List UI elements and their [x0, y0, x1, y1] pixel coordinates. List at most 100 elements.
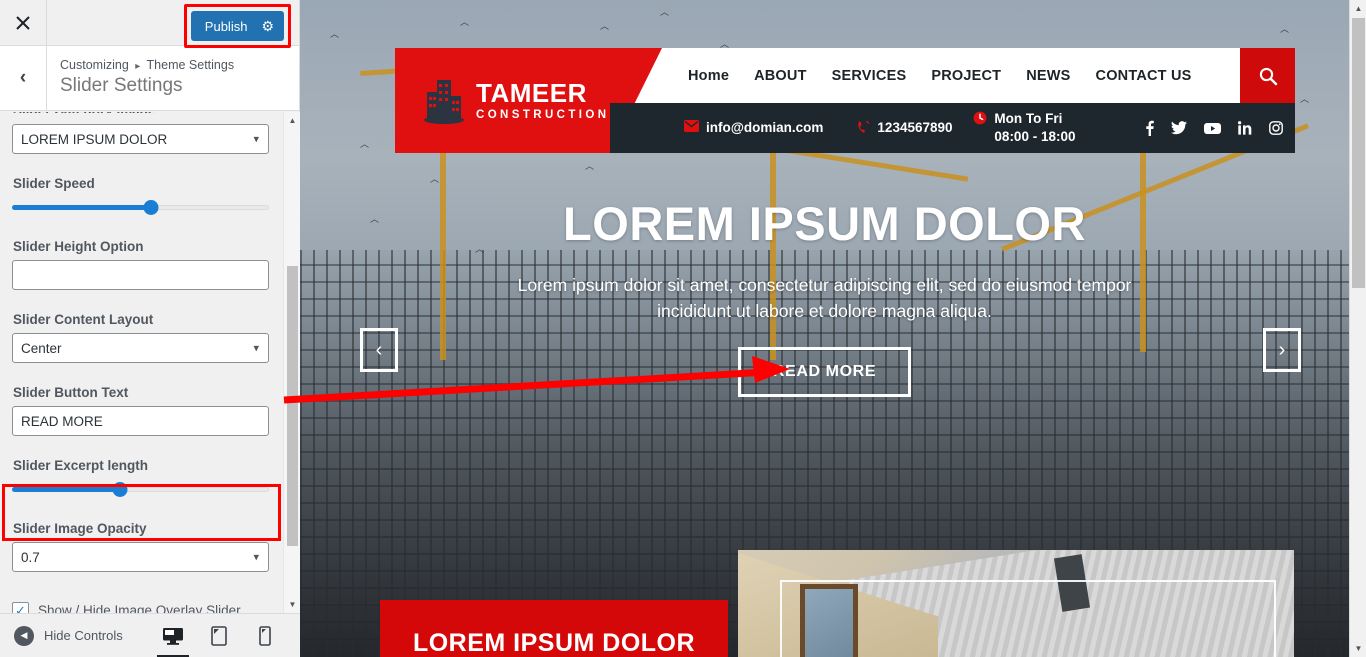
- slider-layout-label: Slider Content Layout: [13, 312, 154, 327]
- slider-speed-label: Slider Speed: [13, 176, 95, 191]
- nav-item-project[interactable]: PROJECT: [931, 68, 1001, 84]
- sidebar-scrollbar-thumb[interactable]: [287, 266, 298, 546]
- range-fill: [12, 486, 120, 492]
- youtube-icon[interactable]: [1204, 122, 1221, 135]
- control-slider-speed: Slider Speed: [12, 176, 288, 217]
- nav-item-about[interactable]: ABOUT: [754, 68, 807, 84]
- scroll-up-arrow-icon[interactable]: ▲: [284, 112, 300, 129]
- slider-button-text-label: Slider Button Text: [13, 385, 129, 400]
- control-slider-content-layout: Slider Content Layout Center ▾: [12, 312, 288, 363]
- chevron-left-icon: ‹: [375, 338, 383, 361]
- slider-layout-value: Center: [21, 340, 62, 356]
- breadcrumb-parent[interactable]: Theme Settings: [147, 58, 235, 72]
- nav-item-news[interactable]: NEWS: [1026, 68, 1070, 84]
- control-slider-excerpt-length: Slider Excerpt length: [12, 458, 288, 499]
- scroll-down-arrow-icon[interactable]: ▼: [284, 596, 300, 613]
- collapse-icon: ◀: [14, 625, 34, 646]
- building-icon: [424, 79, 464, 124]
- range-thumb[interactable]: [143, 199, 159, 215]
- check-icon: ✓: [15, 603, 26, 613]
- featured-photo-card: [738, 550, 1294, 657]
- range-fill: [12, 204, 151, 210]
- nav-item-home[interactable]: Home: [688, 68, 729, 84]
- twitter-icon[interactable]: [1171, 121, 1187, 135]
- desktop-icon: [163, 627, 183, 645]
- clock-icon: [974, 111, 987, 125]
- contact-info-bar: info@domian.com 1234567890 Mon To Fri 08…: [610, 103, 1295, 153]
- hide-controls-button[interactable]: ◀ Hide Controls: [0, 625, 123, 646]
- slider-opacity-value: 0.7: [21, 549, 40, 565]
- envelope-icon: [684, 119, 699, 132]
- control-slider-button-text: Slider Button Text READ MORE: [12, 385, 288, 436]
- slider-height-input[interactable]: [12, 260, 269, 290]
- contact-hours-text: Mon To Fri 08:00 - 18:00: [994, 110, 1076, 144]
- back-button[interactable]: ‹: [0, 46, 47, 110]
- tablet-icon: [211, 625, 227, 646]
- slider-next-button[interactable]: ›: [1263, 328, 1301, 372]
- checkbox-box[interactable]: ✓: [12, 602, 29, 613]
- slider-layout-select[interactable]: Center ▾: [12, 333, 269, 363]
- desktop-preview-button[interactable]: [157, 624, 189, 657]
- slider-read-more-button[interactable]: READ MORE: [737, 346, 912, 397]
- mobile-icon: [259, 625, 271, 646]
- nav-item-contact-us[interactable]: CONTACT US: [1096, 68, 1192, 84]
- page-scrollbar-thumb[interactable]: [1352, 18, 1365, 288]
- contact-email[interactable]: info@domian.com: [684, 119, 823, 137]
- close-icon: [16, 15, 30, 30]
- slider-opacity-label: Slider Image Opacity: [13, 521, 147, 536]
- logo-name: TAMEER: [476, 77, 587, 108]
- breadcrumb: Customizing ▸ Theme Settings: [60, 57, 234, 73]
- slider-category-select[interactable]: LOREM IPSUM DOLOR ▾: [12, 124, 269, 154]
- slider-opacity-select[interactable]: 0.7 ▾: [12, 542, 269, 572]
- close-customizer-button[interactable]: [0, 0, 47, 45]
- customizer-panel-header: ‹ Customizing ▸ Theme Settings Slider Se…: [0, 46, 299, 111]
- slider-excerpt-label: Slider Excerpt length: [13, 458, 149, 473]
- control-slider-height: Slider Height Option: [12, 239, 288, 290]
- search-icon: [1259, 67, 1277, 85]
- slider-excerpt-range[interactable]: [12, 479, 269, 499]
- image-overlay-checkbox-label: Show / Hide Image Overlay Slider: [38, 603, 241, 613]
- tablet-preview-button[interactable]: [208, 624, 230, 648]
- publish-button-label: Publish: [204, 18, 248, 34]
- contact-email-text: info@domian.com: [706, 119, 824, 135]
- scroll-up-arrow-icon[interactable]: ▲: [1350, 0, 1366, 17]
- site-preview-frame: ︿ ︿ ︿ ︿ ︿ ︿ ︿ ︿ ︿ ︿ ︿ ︿ ︿ ︿ ︿: [300, 0, 1349, 657]
- slider-prev-button[interactable]: ‹: [360, 328, 398, 372]
- control-image-overlay-checkbox[interactable]: ✓ Show / Hide Image Overlay Slider: [12, 602, 288, 613]
- page-scrollbar[interactable]: ▲ ▼: [1349, 0, 1366, 657]
- scroll-down-arrow-icon[interactable]: ▼: [1350, 640, 1366, 657]
- promo-band-title: LOREM IPSUM DOLOR: [412, 629, 696, 657]
- nav-links: Home ABOUT SERVICES PROJECT NEWS CONTACT…: [688, 68, 1192, 84]
- slider-speed-range[interactable]: [12, 197, 269, 217]
- device-preview-switcher: [157, 624, 300, 657]
- chevron-right-icon: ›: [1278, 338, 1286, 361]
- customizer-sidebar: Publish ⚙ ‹ Customizing ▸ Theme Settings…: [0, 0, 300, 657]
- promo-band: LOREM IPSUM DOLOR: [380, 600, 728, 657]
- breadcrumb-root[interactable]: Customizing: [60, 58, 129, 72]
- search-button[interactable]: [1240, 48, 1295, 103]
- linkedin-icon[interactable]: [1238, 121, 1252, 135]
- chevron-left-icon: ‹: [19, 67, 27, 88]
- slider-button-text-input[interactable]: READ MORE: [12, 406, 269, 436]
- customizer-topbar: Publish ⚙: [0, 0, 299, 48]
- photo-inner-border: [780, 580, 1276, 657]
- gear-icon[interactable]: ⚙: [261, 19, 274, 33]
- facebook-icon[interactable]: [1145, 120, 1154, 136]
- slider-category-value: LOREM IPSUM DOLOR: [21, 131, 168, 147]
- panel-titles: Customizing ▸ Theme Settings Slider Sett…: [47, 46, 234, 110]
- range-thumb[interactable]: [112, 481, 128, 497]
- instagram-icon[interactable]: [1269, 121, 1283, 135]
- chevron-down-icon: ▾: [253, 342, 259, 355]
- primary-nav-row: TAMEER CONSTRUCTION Home ABOUT SERVICES …: [395, 48, 1295, 153]
- slider-description: Lorem ipsum dolor sit amet, consectetur …: [517, 275, 1132, 322]
- contact-phone[interactable]: 1234567890: [857, 119, 953, 137]
- nav-item-services[interactable]: SERVICES: [832, 68, 907, 84]
- customizer-screen: ︿ ︿ ︿ ︿ ︿ ︿ ︿ ︿ ︿ ︿ ︿ ︿ ︿ ︿ ︿: [0, 0, 1366, 657]
- publish-button[interactable]: Publish ⚙: [190, 11, 284, 41]
- site-header: TAMEER CONSTRUCTION Home ABOUT SERVICES …: [395, 48, 1295, 153]
- control-slider-category: LOREM IPSUM DOLOR ▾: [12, 124, 288, 154]
- mobile-preview-button[interactable]: [254, 624, 276, 648]
- sidebar-scrollbar[interactable]: ▲ ▼: [283, 112, 300, 613]
- site-logo[interactable]: TAMEER CONSTRUCTION: [395, 48, 662, 153]
- publish-highlight-box: Publish ⚙: [183, 4, 291, 48]
